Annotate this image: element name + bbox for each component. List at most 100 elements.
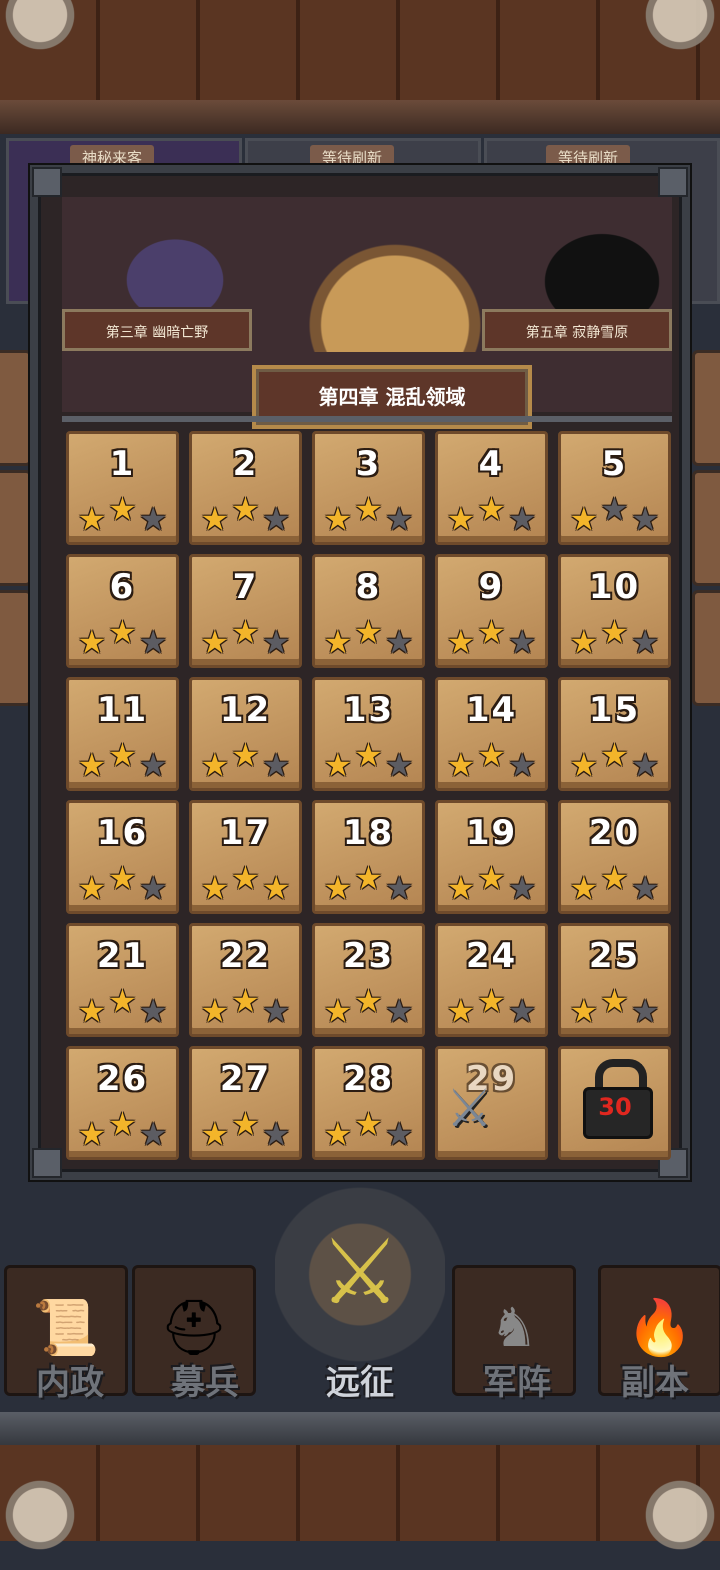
star-rating: ★ ★ ★	[315, 862, 422, 907]
star-rating: ★ ★ ★	[69, 613, 176, 661]
level-number: 5	[601, 444, 628, 484]
nav-label-dungeon[interactable]: 副本	[585, 1355, 720, 1404]
level-tile-4[interactable]: 4 ★ ★ ★	[435, 431, 548, 545]
level-tile-30-locked[interactable]: 30	[558, 1046, 671, 1160]
level-tile-12[interactable]: 12 ★ ★ ★	[189, 677, 302, 791]
level-tile-26[interactable]: 26 ★ ★ ★	[66, 1046, 179, 1160]
star-filled-icon: ★	[354, 490, 383, 528]
bg-side-card	[692, 470, 720, 586]
star-filled-icon: ★	[323, 746, 353, 784]
level-tile-5[interactable]: 5 ★ ★ ★	[558, 431, 671, 545]
level-tile-21[interactable]: 21 ★ ★ ★	[66, 923, 179, 1037]
bg-side-card	[0, 350, 32, 466]
nav-label-domestic[interactable]: 内政	[0, 1355, 140, 1404]
level-tile-8[interactable]: 8 ★ ★ ★	[312, 554, 425, 668]
level-tile-9[interactable]: 9 ★ ★ ★	[435, 554, 548, 668]
star-rating: ★ ★ ★	[192, 739, 299, 784]
star-filled-icon: ★	[231, 1105, 260, 1143]
level-tile-15[interactable]: 15 ★ ★ ★	[558, 677, 671, 791]
star-empty-icon: ★	[261, 1115, 291, 1153]
level-number: 4	[478, 444, 505, 484]
level-tile-20[interactable]: 20 ★ ★ ★	[558, 800, 671, 914]
panel-bolt	[658, 167, 688, 197]
level-number: 28	[342, 1059, 395, 1099]
star-filled-icon: ★	[477, 490, 506, 528]
level-number: 2	[232, 444, 259, 484]
star-filled-icon: ★	[108, 736, 137, 774]
star-filled-icon: ★	[231, 490, 260, 528]
star-rating: ★ ★ ★	[192, 862, 299, 907]
star-rating: ★ ★ ★	[561, 736, 668, 781]
star-filled-icon: ★	[77, 992, 107, 1030]
level-tile-10[interactable]: 10 ★ ★ ★	[558, 554, 671, 668]
star-filled-icon: ★	[200, 1115, 230, 1153]
star-rating: ★ ★ ★	[69, 1108, 176, 1153]
star-empty-icon: ★	[384, 746, 414, 784]
level-tile-17[interactable]: 17 ★ ★ ★	[189, 800, 302, 914]
star-filled-icon: ★	[600, 613, 629, 651]
next-chapter-button[interactable]: 第五章 寂静雪原	[482, 309, 672, 351]
level-tile-11[interactable]: 11 ★ ★ ★	[66, 677, 179, 791]
level-tile-3[interactable]: 3 ★ ★ ★	[312, 431, 425, 545]
star-empty-icon: ★	[138, 1115, 168, 1153]
level-number: 26	[96, 1059, 149, 1099]
level-tile-22[interactable]: 22 ★ ★ ★	[189, 923, 302, 1037]
prev-chapter-button[interactable]: 第三章 幽暗亡野	[62, 309, 252, 351]
flame-banner-icon: 🔥	[626, 1296, 694, 1359]
star-filled-icon: ★	[108, 859, 137, 897]
chess-knight-icon: ♞	[489, 1296, 539, 1359]
star-rating: ★ ★ ★	[69, 859, 176, 904]
level-tile-27[interactable]: 27 ★ ★ ★	[189, 1046, 302, 1160]
star-filled-icon: ★	[600, 736, 629, 774]
level-tile-23[interactable]: 23 ★ ★ ★	[312, 923, 425, 1037]
star-filled-icon: ★	[200, 500, 230, 538]
level-tile-2[interactable]: 2 ★ ★ ★	[189, 431, 302, 545]
level-tile-29[interactable]: 29 ⚔	[435, 1046, 548, 1160]
star-filled-icon: ★	[77, 1115, 107, 1153]
level-tile-28[interactable]: 28 ★ ★ ★	[312, 1046, 425, 1160]
level-number: 20	[588, 813, 641, 853]
star-filled-icon: ★	[446, 992, 476, 1030]
star-empty-icon: ★	[630, 869, 660, 907]
star-rating: ★ ★ ★	[315, 1108, 422, 1150]
level-tile-1[interactable]: 1 ★ ★ ★	[66, 431, 179, 545]
star-rating: ★ ★ ★	[192, 985, 299, 1030]
level-tile-18[interactable]: 18 ★ ★ ★	[312, 800, 425, 914]
star-filled-icon: ★	[446, 623, 476, 661]
level-tile-7[interactable]: 7 ★ ★ ★	[189, 554, 302, 668]
star-filled-icon: ★	[261, 869, 291, 907]
star-rating: ★ ★ ★	[315, 616, 422, 658]
level-number: 12	[219, 690, 272, 730]
star-filled-icon: ★	[477, 982, 506, 1020]
level-tile-14[interactable]: 14 ★ ★ ★	[435, 677, 548, 791]
level-tile-13[interactable]: 13 ★ ★ ★	[312, 677, 425, 791]
prev-chapter-art[interactable]	[100, 217, 250, 307]
level-tile-6[interactable]: 6 ★ ★ ★	[66, 554, 179, 668]
star-empty-icon: ★	[261, 623, 291, 661]
star-filled-icon: ★	[354, 736, 383, 774]
level-tile-25[interactable]: 25 ★ ★ ★	[558, 923, 671, 1037]
level-number: 9	[478, 567, 505, 607]
nav-label-formation[interactable]: 军阵	[447, 1355, 587, 1404]
star-filled-icon: ★	[108, 613, 137, 651]
star-rating: ★ ★ ★	[438, 490, 545, 535]
star-filled-icon: ★	[200, 623, 230, 661]
level-tile-19[interactable]: 19 ★ ★ ★	[435, 800, 548, 914]
next-chapter-art[interactable]	[522, 215, 682, 310]
level-tile-24[interactable]: 24 ★ ★ ★	[435, 923, 548, 1037]
star-empty-icon: ★	[261, 992, 291, 1030]
nav-label-recruit[interactable]: 募兵	[135, 1355, 275, 1404]
star-filled-icon: ★	[323, 869, 353, 907]
level-tile-16[interactable]: 16 ★ ★ ★	[66, 800, 179, 914]
star-rating: ★ ★ ★	[192, 1105, 299, 1153]
star-rating: ★ ★ ★	[561, 613, 668, 658]
level-number: 21	[96, 936, 149, 976]
lock-icon: 30	[577, 1059, 653, 1145]
star-empty-icon: ★	[507, 992, 537, 1030]
star-filled-icon: ★	[200, 746, 230, 784]
level-number: 14	[465, 690, 518, 730]
level-number: 16	[96, 813, 149, 853]
star-empty-icon: ★	[138, 623, 168, 661]
nav-label-expedition[interactable]: 远征	[290, 1355, 430, 1404]
star-rating: ★ ★ ★	[69, 493, 176, 535]
